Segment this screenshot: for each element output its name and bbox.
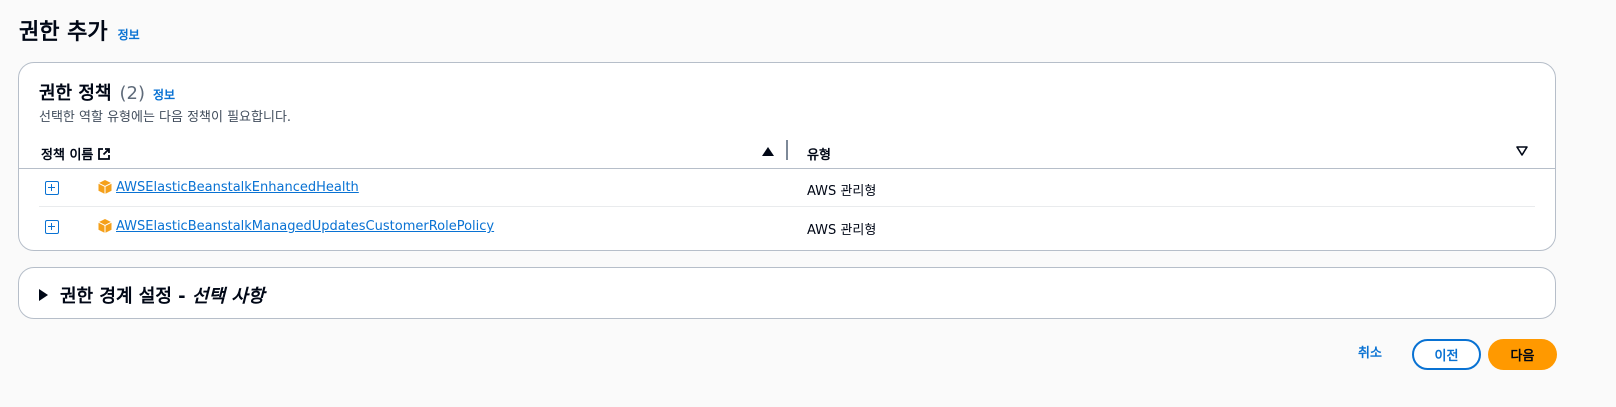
expand-row-icon[interactable] xyxy=(45,220,59,234)
next-button[interactable]: 다음 xyxy=(1488,339,1557,370)
aws-managed-policy-icon xyxy=(98,219,112,233)
policies-info-link[interactable]: 정보 xyxy=(153,86,175,103)
permission-policies-panel: 권한 정책 (2) 정보 선택한 역할 유형에는 다음 정책이 필요합니다. 정… xyxy=(18,62,1556,251)
external-link-icon xyxy=(98,147,111,160)
page-header: 권한 추가 정보 xyxy=(19,14,140,46)
policies-table-header: 정책 이름 유형 xyxy=(19,137,1555,169)
sort-descending-icon[interactable] xyxy=(1516,146,1528,156)
permissions-boundary-expander[interactable]: 권한 경계 설정 - 선택 사항 xyxy=(39,282,264,308)
permissions-boundary-panel: 권한 경계 설정 - 선택 사항 xyxy=(18,267,1556,319)
policy-name-link[interactable]: AWSElasticBeanstalkManagedUpdatesCustome… xyxy=(116,219,494,234)
expand-row-icon[interactable] xyxy=(45,181,59,195)
caret-right-icon xyxy=(39,289,48,301)
cancel-button[interactable]: 취소 xyxy=(1358,339,1382,369)
column-header-policy-name[interactable]: 정책 이름 xyxy=(41,144,111,163)
policy-type: AWS 관리형 xyxy=(807,184,877,199)
policy-name-link[interactable]: AWSElasticBeanstalkEnhancedHealth xyxy=(116,180,359,195)
table-row: AWSElasticBeanstalkManagedUpdatesCustome… xyxy=(39,208,1535,246)
policies-count: (2) xyxy=(119,83,146,104)
page-title: 권한 추가 xyxy=(19,20,108,45)
previous-button[interactable]: 이전 xyxy=(1412,339,1481,370)
column-resizer[interactable] xyxy=(786,140,788,160)
boundary-title: 권한 경계 설정 - 선택 사항 xyxy=(60,282,264,308)
column-header-type[interactable]: 유형 xyxy=(807,144,831,163)
policy-type: AWS 관리형 xyxy=(807,223,877,238)
table-row: AWSElasticBeanstalkEnhancedHealth AWS 관리… xyxy=(39,169,1535,207)
aws-managed-policy-icon xyxy=(98,180,112,194)
boundary-title-optional: 선택 사항 xyxy=(191,286,265,307)
policies-title: 권한 정책 xyxy=(39,83,112,104)
boundary-title-text: 권한 경계 설정 - xyxy=(60,286,192,307)
page-info-link[interactable]: 정보 xyxy=(118,26,140,43)
policies-title-row: 권한 정책 (2) 정보 xyxy=(39,79,175,105)
column-header-policy-name-label: 정책 이름 xyxy=(41,148,94,163)
policies-description: 선택한 역할 유형에는 다음 정책이 필요합니다. xyxy=(39,110,292,125)
sort-ascending-icon[interactable] xyxy=(762,147,774,156)
